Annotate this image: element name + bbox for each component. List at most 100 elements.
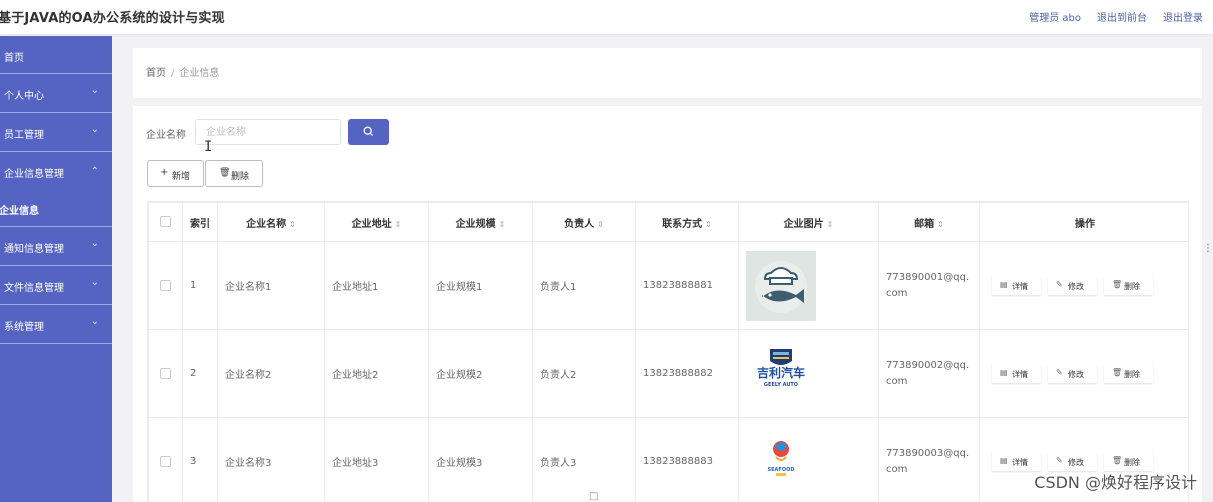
column-header[interactable]: 负责人 ⇕ [532,202,636,242]
index-cell: 3 [182,417,218,502]
detail-button[interactable]: ▤ 详情 [992,364,1041,383]
sidebar-item-file-management[interactable]: 文件信息管理 ⌄ [0,266,112,305]
table-row: 3 企业名称3 企业地址3 企业规模3 负责人3 13823888883 SEA… [148,417,1188,502]
sort-icon[interactable]: ⇕ [827,220,834,229]
sidebar-item-label: 首页 [4,53,24,64]
sort-icon[interactable]: ⇕ [395,220,402,229]
row-delete-button[interactable]: 🗑 删除 [1104,276,1153,295]
column-header-label: 联系方式 [662,218,703,230]
index-cell: 2 [182,329,218,418]
company-image-chef-fish-logo [746,250,816,321]
image-cell: 吉利汽车 GEELY AUTO [738,329,879,418]
sort-icon[interactable]: ⇕ [705,220,712,229]
document-icon: ▤ [1000,456,1008,465]
exit-to-front-link[interactable]: 退出到前台 [1097,9,1147,24]
sidebar-item-system-management[interactable]: 系统管理 ⌄ [0,305,112,344]
phone-cell: 13823888881 [635,241,739,330]
company-scale-cell: 企业规模3 [428,417,533,502]
breadcrumb-current: 企业信息 [179,68,220,79]
phone-cell: 13823888883 [635,417,739,502]
column-header[interactable]: 企业地址 ⇕ [324,202,429,242]
geely-logo-text: 吉利汽车 [757,365,805,380]
row-checkbox[interactable] [160,455,171,467]
chevron-up-icon: ⌃ [90,166,99,177]
plus-icon: + [160,167,169,178]
row-select-cell [148,241,183,330]
search-label: 企业名称 [146,130,186,141]
chevron-down-icon: ⌄ [90,238,99,249]
breadcrumb: 首页 / 企业信息 [146,64,219,79]
edge-marker-icon: ⋮ [1203,243,1213,254]
delete-button[interactable]: 🗑 删除 [205,160,263,187]
column-header[interactable]: 企业名称 ⇕ [217,202,325,242]
sort-icon[interactable]: ⇕ [937,220,944,229]
edit-button[interactable]: ✎ 修改 [1048,364,1097,383]
column-header[interactable]: 企业图片 ⇕ [738,202,879,242]
column-header-label: 企业名称 [246,218,287,230]
breadcrumb-separator: / [171,68,175,79]
email-cell: 773890001@qq.com [878,241,980,330]
edit-button[interactable]: ✎ 修改 [1048,276,1097,295]
edit-icon: ✎ [1056,368,1063,377]
sidebar-item-notice-management[interactable]: 通知信息管理 ⌄ [0,227,112,266]
chevron-down-icon: ⌄ [90,277,99,288]
column-header-label: 企业地址 [351,218,392,230]
sidebar-item-label: 文件信息管理 [4,283,64,294]
column-header[interactable]: 企业规模 ⇕ [428,202,533,242]
sidebar-subitem-company-info[interactable]: 企业信息 [0,191,112,227]
breadcrumb-home[interactable]: 首页 [146,68,166,79]
chevron-down-icon: ⌄ [90,124,99,135]
index-cell: 1 [182,241,218,330]
sort-icon[interactable]: ⇕ [499,220,506,229]
row-delete-button-label: 删除 [1124,458,1140,467]
sidebar-item-employee-management[interactable]: 员工管理 ⌄ [0,113,112,152]
row-delete-button-label: 删除 [1124,282,1140,291]
text-cursor-icon: I [204,139,213,155]
detail-button[interactable]: ▤ 详情 [992,276,1041,295]
table-row: 2 企业名称2 企业地址2 企业规模2 负责人2 13823888882 吉利汽… [148,329,1188,418]
add-button[interactable]: + 新增 [147,160,204,187]
company-address-cell: 企业地址3 [324,417,429,502]
seafood-logo-text: SEAFOOD [768,467,795,473]
sidebar: 首页 个人中心 ⌄ 员工管理 ⌄ 企业信息管理 ⌃ 企业信息 通知信息管理 ⌄ … [0,36,112,502]
search-input[interactable] [195,119,341,145]
leader-cell: 负责人2 [532,329,636,418]
column-header-label: 负责人 [564,218,595,230]
email-cell: 773890003@qq.com [878,417,980,502]
image-cell [738,241,879,330]
detail-button-label: 详情 [1012,458,1028,467]
table-row: 1 企业名称1 企业地址1 企业规模1 负责人1 13823888881 773… [148,241,1188,330]
row-checkbox[interactable] [160,367,171,379]
detail-button-label: 详情 [1012,282,1028,291]
row-checkbox[interactable] [160,279,171,291]
sidebar-item-company-info-management[interactable]: 企业信息管理 ⌃ [0,152,112,191]
geely-logo-subtext: GEELY AUTO [764,382,798,388]
select-all-checkbox[interactable] [160,216,171,228]
sidebar-item-personal-center[interactable]: 个人中心 ⌄ [0,74,112,113]
column-header[interactable]: 邮箱 ⇕ [878,202,980,242]
phone-cell: 13823888882 [635,329,739,418]
sidebar-item-label: 员工管理 [4,130,44,141]
row-select-cell [148,417,183,502]
sidebar-item-home[interactable]: 首页 [0,36,112,74]
logout-link[interactable]: 退出登录 [1163,9,1203,24]
company-name-cell: 企业名称3 [217,417,325,502]
edit-button-label: 修改 [1068,370,1084,379]
company-image-geely-auto-logo: 吉利汽车 GEELY AUTO [746,338,816,409]
trash-icon: 🗑 [1112,280,1123,289]
admin-user-link[interactable]: 管理员 abo [1029,9,1081,24]
edit-button-label: 修改 [1068,458,1084,467]
sidebar-subitem-label: 企业信息 [0,206,39,217]
sort-icon[interactable]: ⇕ [597,220,604,229]
column-header-label: 索引 [190,218,210,230]
sidebar-item-label: 系统管理 [4,322,44,333]
sort-icon[interactable]: ⇕ [289,220,296,229]
column-header[interactable]: 联系方式 ⇕ [635,202,739,242]
search-button[interactable] [348,119,389,145]
row-delete-button[interactable]: 🗑 删除 [1104,364,1153,383]
trash-icon: 🗑 [1112,368,1123,377]
app-title: 基于JAVA的OA办公系统的设计与实现 [0,11,225,26]
column-header-label: 企业规模 [455,218,496,230]
table-header-row: 索引 企业名称 ⇕ 企业地址 ⇕ 企业规模 ⇕ 负责人 ⇕ 联系方式 ⇕ 企业图片 ⇕ 邮箱… [148,202,1188,242]
sidebar-item-label: 通知信息管理 [4,244,64,255]
